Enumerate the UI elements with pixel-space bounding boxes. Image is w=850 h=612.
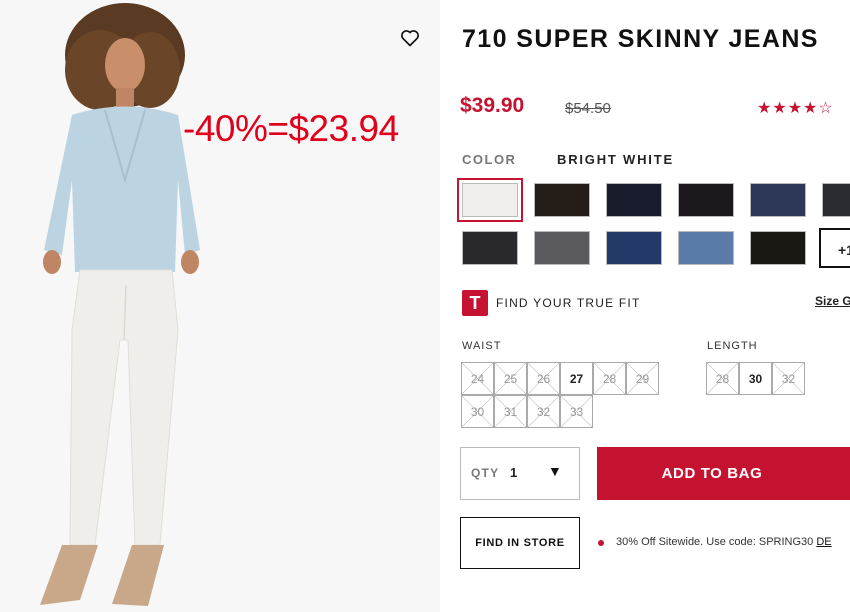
rating-stars[interactable]: ★★★★☆ bbox=[757, 98, 834, 118]
color-swatch[interactable] bbox=[822, 183, 850, 217]
size-option[interactable]: 29 bbox=[626, 362, 659, 395]
color-swatch[interactable] bbox=[678, 231, 734, 265]
find-in-store-button[interactable]: FIND IN STORE bbox=[460, 517, 580, 569]
color-swatch[interactable] bbox=[678, 183, 734, 217]
product-title: 710 SUPER SKINNY JEANS bbox=[462, 25, 819, 53]
waist-label: WAIST bbox=[462, 340, 502, 352]
bullet-icon bbox=[598, 540, 604, 546]
promo-details-link[interactable]: DE bbox=[816, 536, 831, 548]
original-price: $54.50 bbox=[565, 100, 611, 117]
size-option[interactable]: 31 bbox=[494, 395, 527, 428]
selected-color-name: BRIGHT WHITE bbox=[557, 152, 674, 167]
length-label: LENGTH bbox=[707, 340, 758, 352]
truefit-logo-icon: T bbox=[462, 290, 488, 316]
color-swatch[interactable] bbox=[606, 183, 662, 217]
color-swatch[interactable] bbox=[462, 231, 518, 265]
more-colors-button[interactable]: +1 bbox=[819, 228, 850, 268]
add-to-bag-button[interactable]: ADD TO BAG bbox=[597, 447, 850, 500]
color-swatch[interactable] bbox=[534, 231, 590, 265]
chevron-down-icon[interactable]: ▼ bbox=[548, 463, 562, 479]
size-option[interactable]: 30 bbox=[461, 395, 494, 428]
qty-value: 1 bbox=[510, 465, 518, 480]
size-option[interactable]: 32 bbox=[772, 362, 805, 395]
size-option[interactable]: 26 bbox=[527, 362, 560, 395]
find-true-fit-link[interactable]: FIND YOUR TRUE FIT bbox=[496, 296, 641, 310]
color-swatch[interactable] bbox=[606, 231, 662, 265]
color-swatch[interactable] bbox=[750, 183, 806, 217]
size-option[interactable]: 33 bbox=[560, 395, 593, 428]
heart-icon[interactable] bbox=[400, 28, 422, 50]
sale-price: $39.90 bbox=[460, 94, 525, 117]
promo-text: 30% Off Sitewide. Use code: SPRING30 bbox=[616, 536, 817, 548]
size-option[interactable]: 28 bbox=[706, 362, 739, 395]
color-swatch[interactable] bbox=[457, 178, 523, 222]
size-option[interactable]: 27 bbox=[560, 362, 593, 395]
promo-message: 30% Off Sitewide. Use code: SPRING30 DE bbox=[616, 536, 832, 548]
size-option[interactable]: 32 bbox=[527, 395, 560, 428]
color-swatch[interactable] bbox=[750, 231, 806, 265]
size-option[interactable]: 28 bbox=[593, 362, 626, 395]
color-label: COLOR bbox=[462, 152, 517, 167]
color-swatch[interactable] bbox=[534, 183, 590, 217]
size-option[interactable]: 25 bbox=[494, 362, 527, 395]
product-image bbox=[0, 0, 440, 612]
size-option[interactable]: 24 bbox=[461, 362, 494, 395]
size-guide-link[interactable]: Size G bbox=[815, 294, 850, 308]
size-option[interactable]: 30 bbox=[739, 362, 772, 395]
qty-label: QTY bbox=[471, 466, 500, 480]
discount-overlay-text: -40%=$23.94 bbox=[183, 108, 399, 149]
